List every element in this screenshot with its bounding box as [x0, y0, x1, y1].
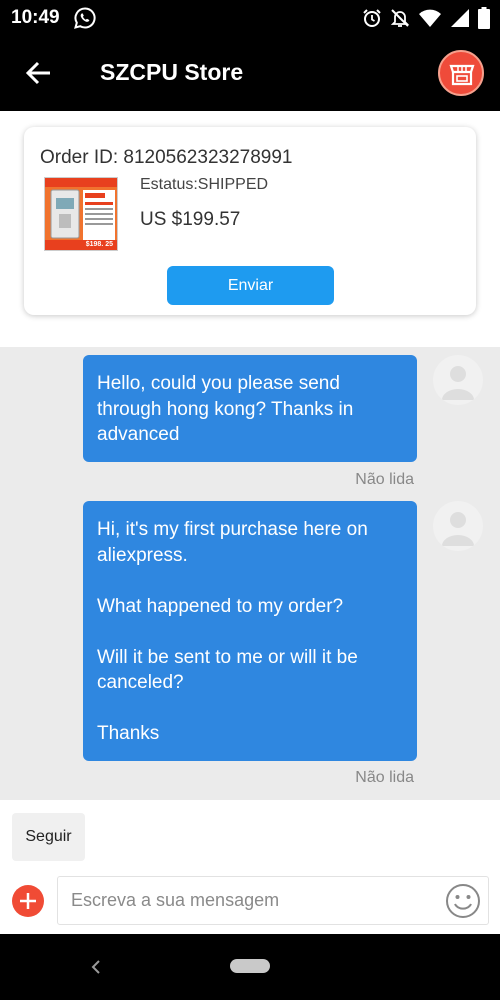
store-icon [449, 64, 475, 86]
nav-back-icon[interactable] [88, 958, 104, 976]
read-status: Não lida [355, 471, 414, 488]
order-id: Order ID: 8120562323278991 [40, 147, 293, 168]
avatar-icon [442, 366, 474, 400]
follow-area: Seguir [0, 800, 500, 866]
store-button[interactable] [438, 50, 484, 96]
chat-area: Hello, could you please send through hon… [0, 347, 500, 800]
avatar-icon [442, 512, 474, 546]
battery-icon [478, 7, 490, 29]
status-icons: ⇅ [362, 7, 490, 29]
svg-text:⇅: ⇅ [420, 11, 426, 19]
wifi-icon: ⇅ [419, 9, 441, 27]
page-title: SZCPU Store [100, 59, 244, 85]
signal-icon [451, 9, 469, 27]
emoji-icon[interactable] [444, 882, 482, 920]
follow-button[interactable]: Seguir [12, 813, 85, 861]
message-text: Will it be sent to me or will it be canc… [97, 646, 358, 694]
order-status: Estatus:SHIPPED [140, 176, 269, 193]
message-text: Thanks [97, 723, 160, 744]
back-arrow-icon[interactable] [24, 58, 54, 88]
message-input[interactable] [57, 876, 489, 925]
message-bubble: Hi, it's my first purchase here on aliex… [83, 501, 417, 761]
nav-home-pill[interactable] [230, 959, 270, 973]
composer [0, 866, 500, 934]
whatsapp-icon [74, 7, 96, 29]
order-card[interactable]: Order ID: 8120562323278991 $198. 25 Esta… [24, 127, 476, 315]
system-nav-bar [0, 934, 500, 1000]
app-header: SZCPU Store [0, 36, 500, 111]
avatar[interactable] [433, 355, 483, 405]
message-text: Hi, it's my first purchase here on aliex… [97, 519, 368, 566]
product-thumbnail[interactable]: $198. 25 [44, 177, 118, 251]
order-section: Order ID: 8120562323278991 $198. 25 Esta… [0, 111, 500, 347]
message-text: Hello, could you please send through hon… [97, 373, 354, 445]
plus-icon [20, 893, 36, 909]
message-bubble: Hello, could you please send through hon… [83, 355, 417, 462]
mute-icon [390, 9, 410, 27]
status-bar: 10:49 ⇅ [0, 0, 500, 36]
message-text: What happened to my order? [97, 595, 344, 617]
thumbnail-price: $198. 25 [85, 241, 113, 248]
avatar[interactable] [433, 501, 483, 551]
alarm-icon [363, 9, 381, 27]
read-status: Não lida [355, 769, 414, 786]
status-time: 10:49 [11, 7, 60, 28]
send-order-button[interactable]: Enviar [167, 266, 334, 305]
order-price: US $199.57 [140, 209, 241, 230]
plus-button[interactable] [12, 885, 44, 917]
